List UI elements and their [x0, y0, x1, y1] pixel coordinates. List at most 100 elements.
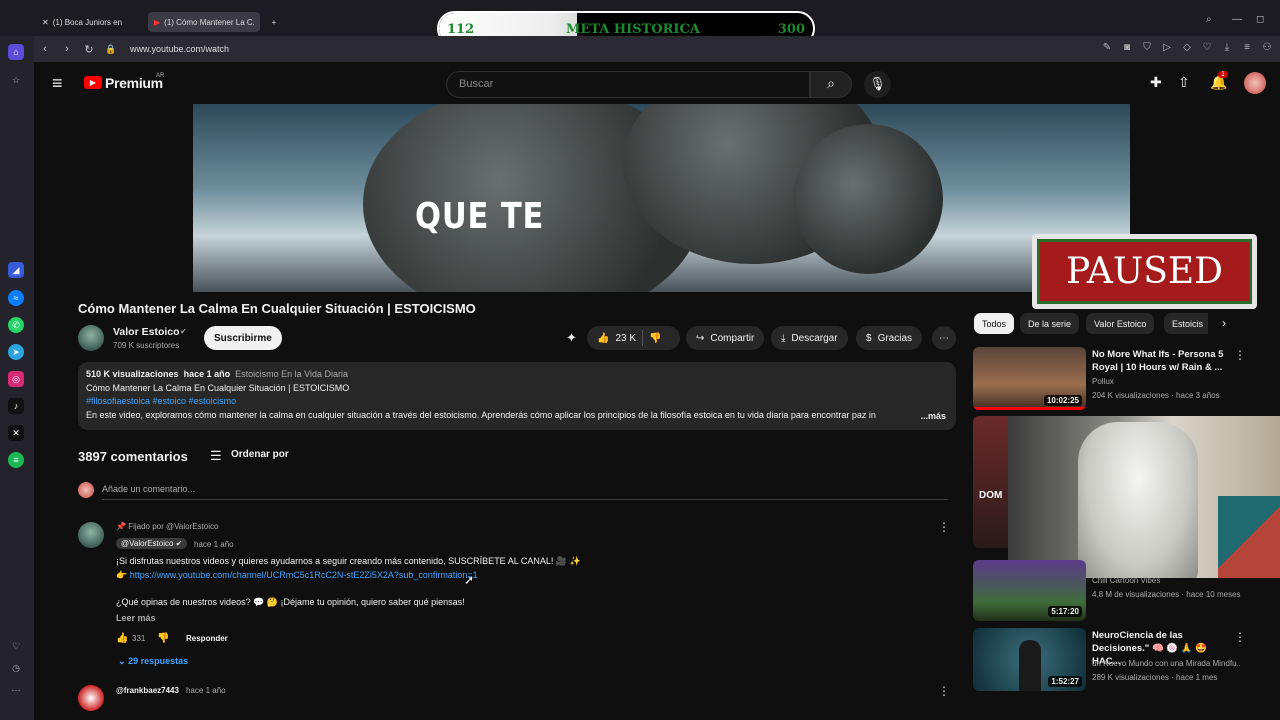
upload-icon[interactable]: ⇧	[1178, 74, 1190, 91]
recommendation-channel[interactable]: Chill Cartoon Vibes	[1092, 574, 1160, 587]
url-field[interactable]: www.youtube.com/watch	[130, 44, 229, 54]
download-icon: ⤓	[781, 332, 786, 344]
voice-search-button[interactable]: 🎙	[864, 71, 891, 98]
premium-logo[interactable]: Premium	[105, 75, 163, 91]
tab-youtube[interactable]: ▶ (1) Cómo Mantener La C...	[148, 12, 260, 32]
recommendation-thumbnail[interactable]: 1:52:27	[973, 628, 1086, 691]
chevron-right-icon[interactable]: ›	[1222, 316, 1226, 330]
reload-button[interactable]: ↻	[78, 43, 100, 56]
share-button[interactable]: ↪ Compartir	[686, 326, 765, 350]
thanks-button[interactable]: $ Gracias	[856, 326, 923, 350]
recommendation-thumbnail[interactable]: 5:17:20	[973, 560, 1086, 621]
camera-icon[interactable]: ◙	[1122, 42, 1132, 53]
download-icon[interactable]: ⤓	[1222, 42, 1232, 53]
hashtags[interactable]: #filosofiaestoica #estoico #estoicismo	[86, 395, 948, 409]
tab-boca[interactable]: ✕ (1) Boca Juniors en X	[36, 12, 130, 32]
more-icon[interactable]: ⋯	[8, 682, 24, 698]
video-duration: 1:52:27	[1048, 676, 1082, 687]
verified-icon: ✔	[175, 539, 183, 548]
dislike-icon[interactable]: 👎	[157, 633, 169, 644]
chip-estoicismo[interactable]: Estoicis	[1164, 313, 1208, 334]
sparkle-icon[interactable]: ✦	[566, 330, 577, 346]
sort-button[interactable]: Ordenar por	[231, 449, 289, 460]
minimize-icon[interactable]: —	[1232, 14, 1242, 25]
recommendation-channel[interactable]: un Nuevo Mundo con una Mirada Mindfu...	[1092, 657, 1240, 670]
youtube-logo-icon[interactable]: ▶	[84, 76, 102, 89]
x-icon[interactable]: ✕	[8, 425, 24, 441]
create-icon[interactable]: ✚	[1150, 74, 1162, 91]
maximize-icon[interactable]: ◻	[1256, 14, 1264, 25]
star-icon[interactable]: ☆	[8, 72, 24, 88]
comment-author-badge[interactable]: @ValorEstoico ✔	[116, 538, 188, 549]
new-tab-button[interactable]: +	[266, 12, 282, 32]
history-icon[interactable]: ◷	[8, 660, 24, 676]
telegram-icon[interactable]: ➤	[8, 344, 24, 360]
cube-icon[interactable]: ◇	[1182, 42, 1192, 53]
channel-avatar[interactable]	[78, 325, 104, 351]
recommendation-title[interactable]: No More What Ifs - Persona 5 Royal | 10 …	[1092, 348, 1232, 374]
aria-icon[interactable]: ◢	[8, 262, 24, 278]
chip-todos[interactable]: Todos	[974, 313, 1015, 334]
comment-menu-icon[interactable]: ⋮	[938, 520, 950, 534]
watch-progress-bar	[973, 407, 1086, 410]
whatsapp-icon[interactable]: ✆	[8, 317, 24, 333]
spotify-icon[interactable]: ≡	[8, 452, 24, 468]
like-icon[interactable]: 👍	[116, 633, 128, 644]
like-dislike-group: 👍 23 K 👎	[587, 326, 680, 350]
description-box[interactable]: 510 K visualizaciones hace 1 año Estoici…	[78, 362, 956, 430]
heart-icon[interactable]: ♡	[8, 638, 24, 654]
sort-icon[interactable]: ☰	[210, 448, 222, 464]
like-count[interactable]: 23 K	[615, 333, 636, 344]
dislike-icon[interactable]: 👎	[649, 333, 661, 344]
reply-button[interactable]: Responder	[186, 634, 228, 643]
recommendation-menu-icon[interactable]: ⋮	[1234, 630, 1246, 644]
more-link[interactable]: ...más	[920, 410, 946, 424]
forward-button[interactable]: ›	[56, 43, 78, 55]
replies-toggle[interactable]: 29 respuestas	[128, 656, 188, 666]
region-code: AR	[156, 73, 165, 79]
menu-icon[interactable]: ≡	[1242, 42, 1252, 53]
recommendation-meta: 4,8 M de visualizaciones · hace 10 meses	[1092, 590, 1241, 599]
edit-icon[interactable]: ✎	[1102, 42, 1112, 53]
playlist-link[interactable]: Estoicismo En la Vida Diaria	[235, 369, 348, 379]
more-actions-button[interactable]: ⋯	[932, 326, 956, 350]
download-button[interactable]: ⤓ Descargar	[771, 326, 848, 350]
user-avatar[interactable]	[1244, 72, 1266, 94]
profile-icon[interactable]: ⚇	[1262, 42, 1272, 53]
shield-icon[interactable]: ⛉	[1142, 42, 1152, 53]
description-text: En este video, exploramos cómo mantener …	[86, 409, 876, 420]
play-icon[interactable]: ▷	[1162, 42, 1172, 53]
hamburger-menu-icon[interactable]: ≡	[52, 73, 63, 94]
messenger-icon[interactable]: ≈	[8, 290, 24, 306]
comment-menu-icon[interactable]: ⋮	[938, 684, 950, 698]
comment-author[interactable]: @frankbaez7443	[116, 686, 179, 695]
subscribe-button[interactable]: Suscribirme	[204, 326, 282, 350]
recommendation-thumbnail[interactable]: DOM	[973, 416, 1013, 548]
instagram-icon[interactable]: ◎	[8, 371, 24, 387]
recommendation-thumbnail[interactable]: 10:02:25	[973, 347, 1086, 410]
read-more-link[interactable]: Leer más	[116, 613, 156, 623]
like-icon[interactable]: 👍	[597, 333, 609, 344]
search-button[interactable]: ⌕	[810, 71, 852, 98]
recommendation-menu-icon[interactable]: ⋮	[1234, 348, 1246, 362]
youtube-icon: ▶	[154, 17, 161, 27]
comment-avatar[interactable]	[78, 522, 104, 548]
comment-link[interactable]: https://www.youtube.com/channel/UCRmC5c1…	[130, 570, 478, 580]
video-player[interactable]: QUE TE	[193, 104, 1130, 292]
add-comment-input[interactable]: Añade un comentario...	[102, 484, 195, 494]
comment-avatar[interactable]	[78, 685, 104, 711]
chip-channel[interactable]: Valor Estoico	[1086, 313, 1155, 334]
home-icon[interactable]: ⌂	[8, 44, 24, 60]
pinned-by: Fijado por @ValorEstoico	[128, 522, 219, 531]
goal-label: META HISTORICA	[566, 22, 700, 37]
tiktok-icon[interactable]: ♪	[8, 398, 24, 414]
back-button[interactable]: ‹	[34, 43, 56, 55]
recommendation-channel[interactable]: Pollux	[1092, 375, 1114, 388]
heart-icon[interactable]: ♡	[1202, 42, 1212, 53]
gaming-chair-shape	[1078, 422, 1198, 578]
channel-name[interactable]: Valor Estoico	[113, 326, 180, 338]
subscriber-count: 709 K suscriptores	[113, 341, 180, 350]
search-input[interactable]: Buscar	[446, 71, 810, 98]
chip-series[interactable]: De la serie	[1020, 313, 1080, 334]
search-icon[interactable]: ⌕	[1206, 14, 1212, 25]
